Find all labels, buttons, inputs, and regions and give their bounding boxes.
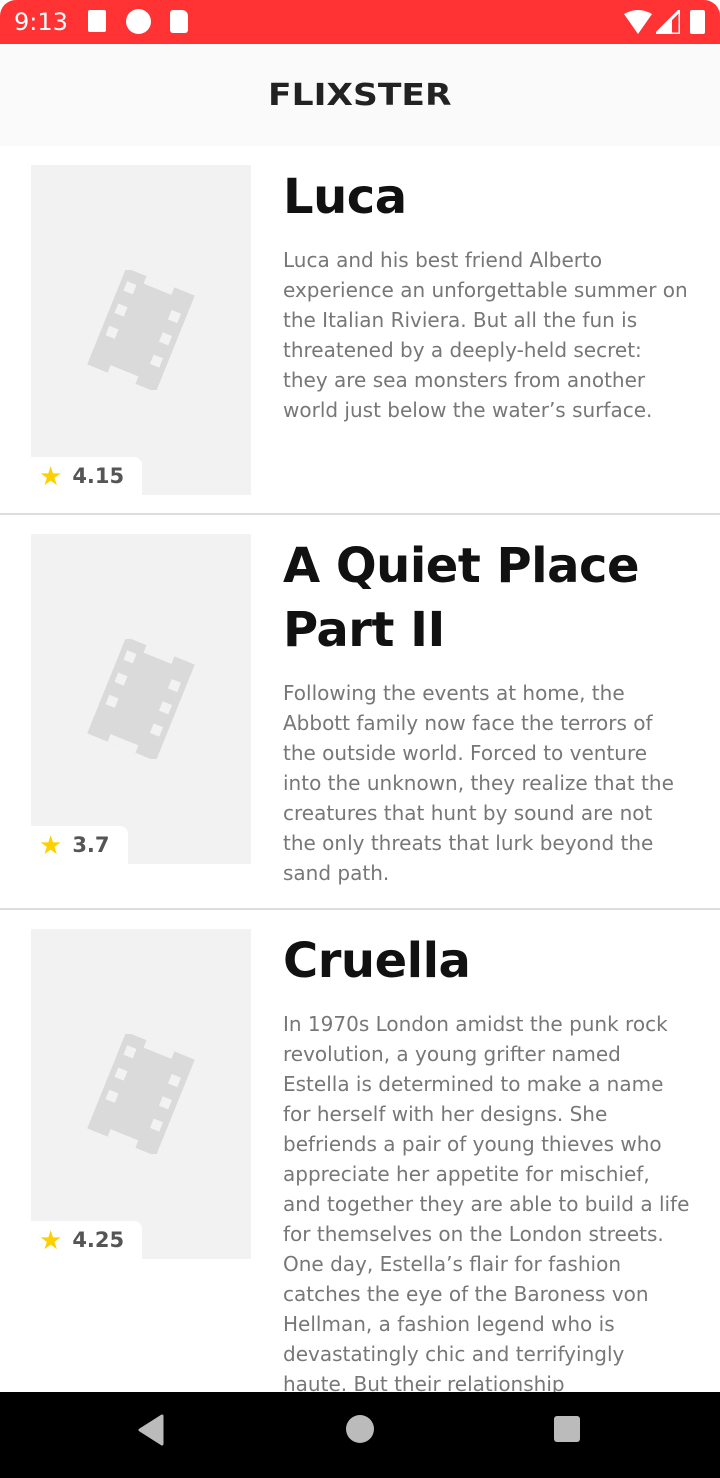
movie-overview: In 1970s London amidst the punk rock rev… (283, 1012, 690, 1392)
notification-a-icon (88, 10, 106, 32)
rating-badge: ★ 3.7 (31, 826, 128, 864)
movie-overview: Luca and his best friend Alberto experie… (283, 248, 688, 422)
movie-item[interactable]: ★ 3.7 A Quiet Place Part II Following the… (0, 515, 720, 910)
rating-badge: ★ 4.25 (31, 1221, 143, 1259)
movie-title: Cruella (283, 933, 471, 989)
movie-poster: ★ 4.25 (31, 929, 251, 1259)
notification-p-icon (126, 9, 151, 34)
signal-icon (656, 10, 680, 34)
star-icon: ★ (39, 1224, 63, 1255)
app-bar: FLIXSTER (0, 44, 720, 146)
recents-button[interactable] (554, 1416, 580, 1442)
app-title: FLIXSTER (268, 77, 452, 113)
rating-badge: ★ 4.15 (31, 457, 143, 495)
film-placeholder-icon (87, 639, 195, 759)
film-placeholder-icon (87, 270, 195, 390)
movie-overview: Following the events at home, the Abbott… (283, 681, 674, 885)
home-button[interactable] (346, 1415, 374, 1443)
movie-item[interactable]: ★ 4.25 Cruella In 1970s London amidst the… (0, 910, 720, 1392)
clock: 9:13 (14, 8, 68, 36)
star-icon: ★ (39, 829, 63, 860)
status-bar: 9:13 (0, 0, 720, 44)
movie-poster: ★ 4.15 (31, 165, 251, 495)
rating-value: 4.15 (72, 464, 125, 488)
rating-value: 3.7 (72, 833, 110, 857)
star-icon: ★ (39, 460, 63, 491)
back-button[interactable] (136, 1414, 166, 1446)
movie-title: A Quiet Place Part II (283, 538, 640, 658)
navigation-bar (0, 1392, 720, 1478)
movie-title: Luca (283, 169, 407, 225)
rating-value: 4.25 (72, 1228, 125, 1252)
movie-list[interactable]: ★ 4.15 Luca Luca and his best friend Albe… (0, 146, 720, 1392)
sd-card-icon (170, 10, 188, 33)
film-placeholder-icon (87, 1034, 195, 1154)
movie-item[interactable]: ★ 4.15 Luca Luca and his best friend Albe… (0, 146, 720, 515)
movie-poster: ★ 3.7 (31, 534, 251, 864)
battery-icon (690, 10, 705, 34)
wifi-icon (624, 10, 652, 34)
